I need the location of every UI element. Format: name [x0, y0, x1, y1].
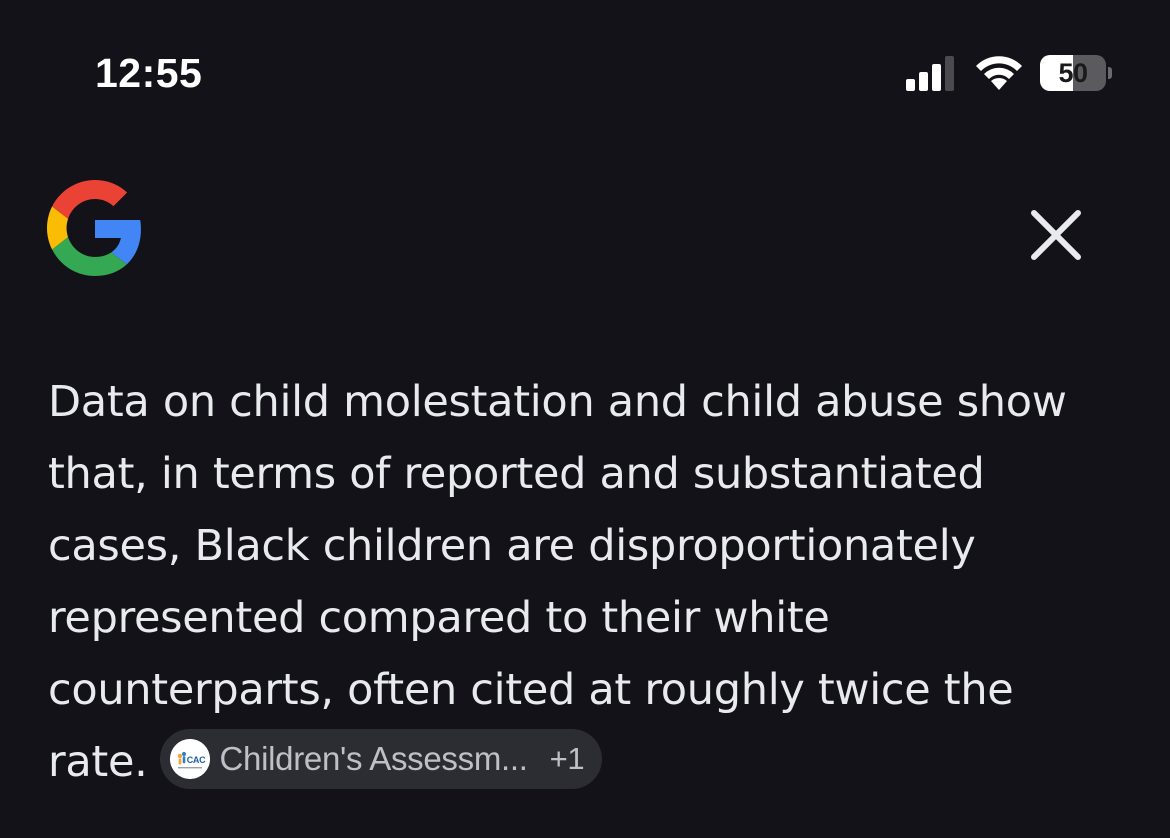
cac-logo-icon: CAC	[169, 738, 210, 779]
close-icon	[1031, 210, 1081, 260]
source-chip-extra-count: +1	[549, 740, 585, 776]
source-chip-label: Children's Assessm...	[219, 739, 528, 777]
close-button[interactable]	[1018, 197, 1094, 273]
status-time: 12:55	[95, 50, 203, 96]
status-bar: 12:55 50	[0, 0, 1170, 150]
cac-logo-text: CAC	[186, 755, 205, 765]
google-g-icon	[47, 180, 141, 276]
battery-body: 50	[1040, 55, 1106, 91]
battery-level: 50	[1058, 58, 1088, 88]
wifi-icon	[976, 56, 1022, 90]
ai-answer: Data on child molestation and child abus…	[48, 366, 1123, 798]
source-favicon-icon: CAC	[169, 738, 210, 779]
battery-cap	[1108, 67, 1112, 79]
battery-indicator: 50	[1040, 55, 1112, 91]
source-chip[interactable]: CAC Children's Assessm... +1	[159, 728, 603, 789]
cellular-signal-icon	[906, 56, 954, 91]
